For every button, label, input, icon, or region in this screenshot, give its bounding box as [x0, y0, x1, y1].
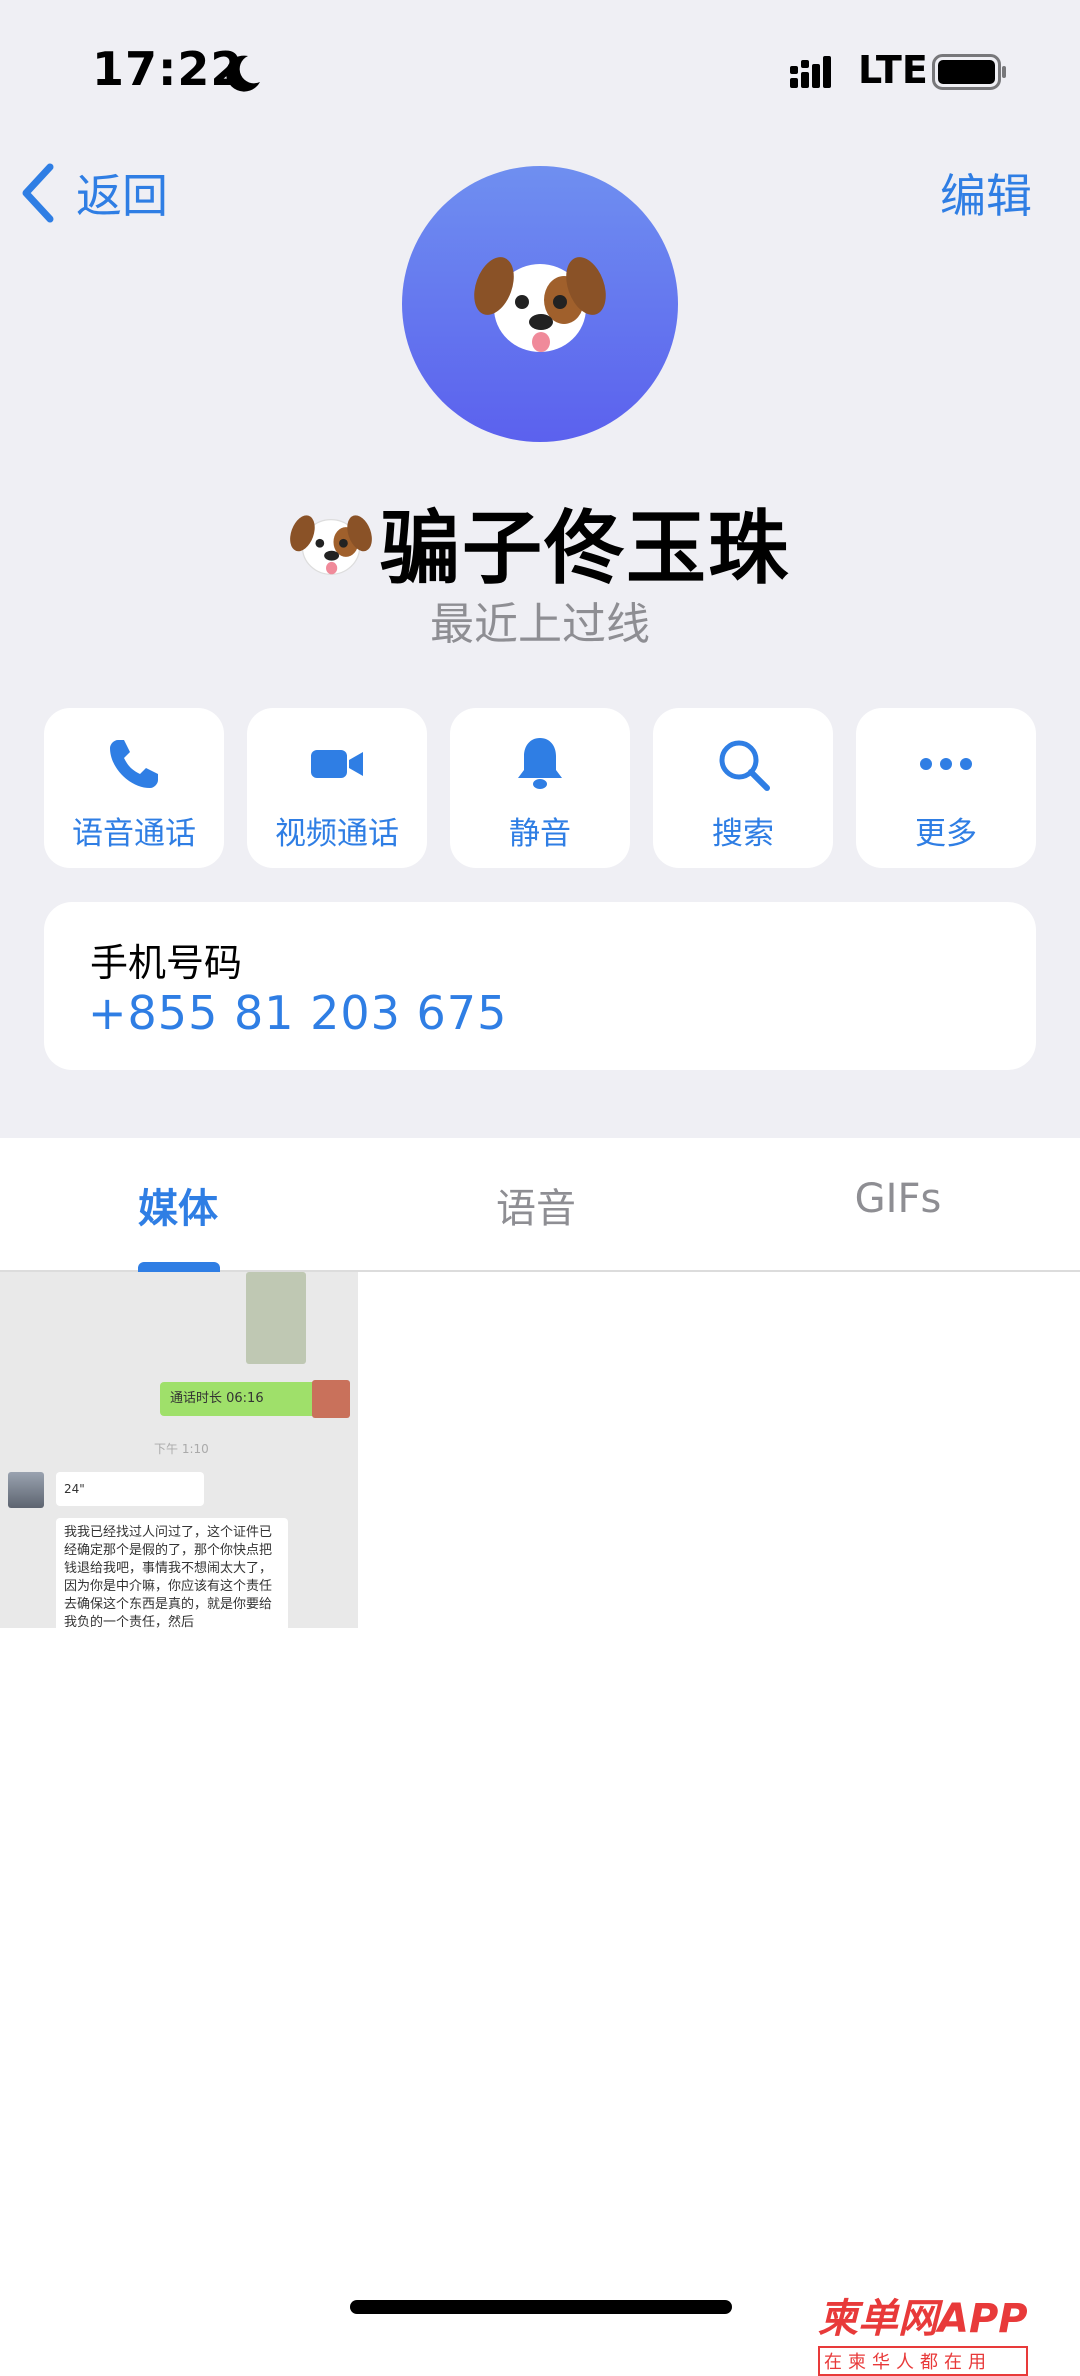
- video-call-button[interactable]: 视频通话: [247, 708, 427, 868]
- voice-message-bubble: 24": [56, 1472, 204, 1506]
- mute-button[interactable]: 静音: [450, 708, 630, 868]
- active-tab-indicator: [138, 1262, 220, 1272]
- search-icon: [719, 740, 770, 791]
- contact-name-row: 骗子佟玉珠: [0, 492, 1080, 595]
- phone-number-card[interactable]: 手机号码 +855 81 203 675: [44, 902, 1036, 1070]
- search-button[interactable]: 搜索: [653, 708, 833, 868]
- status-time: 17:22: [92, 42, 244, 96]
- edit-button[interactable]: 编辑: [940, 160, 1032, 226]
- voice-call-button[interactable]: 语音通话: [44, 708, 224, 868]
- more-icon: [920, 758, 972, 770]
- phone-icon: [110, 740, 158, 788]
- media-tabs: 媒体 语音 GIFs: [0, 1138, 1080, 1272]
- more-button[interactable]: 更多: [856, 708, 1036, 868]
- bell-icon: [518, 738, 562, 789]
- signal-icon: [790, 56, 831, 88]
- tab-gifs[interactable]: GIFs: [798, 1176, 998, 1222]
- media-thumbnail[interactable]: 通话时长 06:16 下午 1:10 24" 我我已经找过人问过了，这个证件已经…: [0, 1272, 358, 1628]
- chat-image: [246, 1272, 306, 1364]
- network-type: LTE: [858, 48, 928, 92]
- more-label: 更多: [915, 816, 977, 852]
- back-label: 返回: [76, 169, 168, 223]
- chat-timestamp: 下午 1:10: [154, 1442, 209, 1456]
- call-duration-bubble: 通话时长 06:16: [160, 1382, 316, 1416]
- tab-media[interactable]: 媒体: [78, 1176, 278, 1234]
- video-icon: [311, 750, 363, 778]
- battery-icon: [932, 54, 1006, 90]
- dog-face-icon: [290, 515, 372, 575]
- chevron-left-icon: [22, 163, 54, 223]
- watermark-slogan: 在柬华人都在用: [818, 2346, 1028, 2376]
- avatar[interactable]: [402, 166, 678, 442]
- watermark: 柬单网APP 在柬华人都在用: [818, 2286, 1028, 2376]
- contact-status: 最近上过线: [430, 599, 650, 650]
- watermark-logo: 柬单网APP: [818, 2296, 1028, 2342]
- search-label: 搜索: [712, 816, 774, 852]
- avatar: [8, 1472, 44, 1508]
- back-button[interactable]: 返回: [20, 158, 168, 228]
- mute-label: 静音: [509, 816, 571, 852]
- video-call-label: 视频通话: [275, 816, 399, 852]
- avatar: [312, 1380, 350, 1418]
- phone-label: 手机号码: [90, 941, 243, 985]
- action-buttons: 语音通话 视频通话 静音 搜索 更多: [44, 708, 1036, 868]
- moon-icon: [226, 55, 260, 92]
- phone-value[interactable]: +855 81 203 675: [88, 986, 507, 1040]
- tab-voice[interactable]: 语音: [436, 1176, 636, 1234]
- voice-call-label: 语音通话: [72, 816, 196, 852]
- message-text-bubble: 我我已经找过人问过了，这个证件已经确定那个是假的了，那个你快点把钱退给我吧，事情…: [56, 1518, 288, 1628]
- home-indicator[interactable]: [350, 2300, 732, 2314]
- dog-face-icon: [474, 257, 606, 352]
- contact-name: 骗子佟玉珠: [380, 502, 790, 595]
